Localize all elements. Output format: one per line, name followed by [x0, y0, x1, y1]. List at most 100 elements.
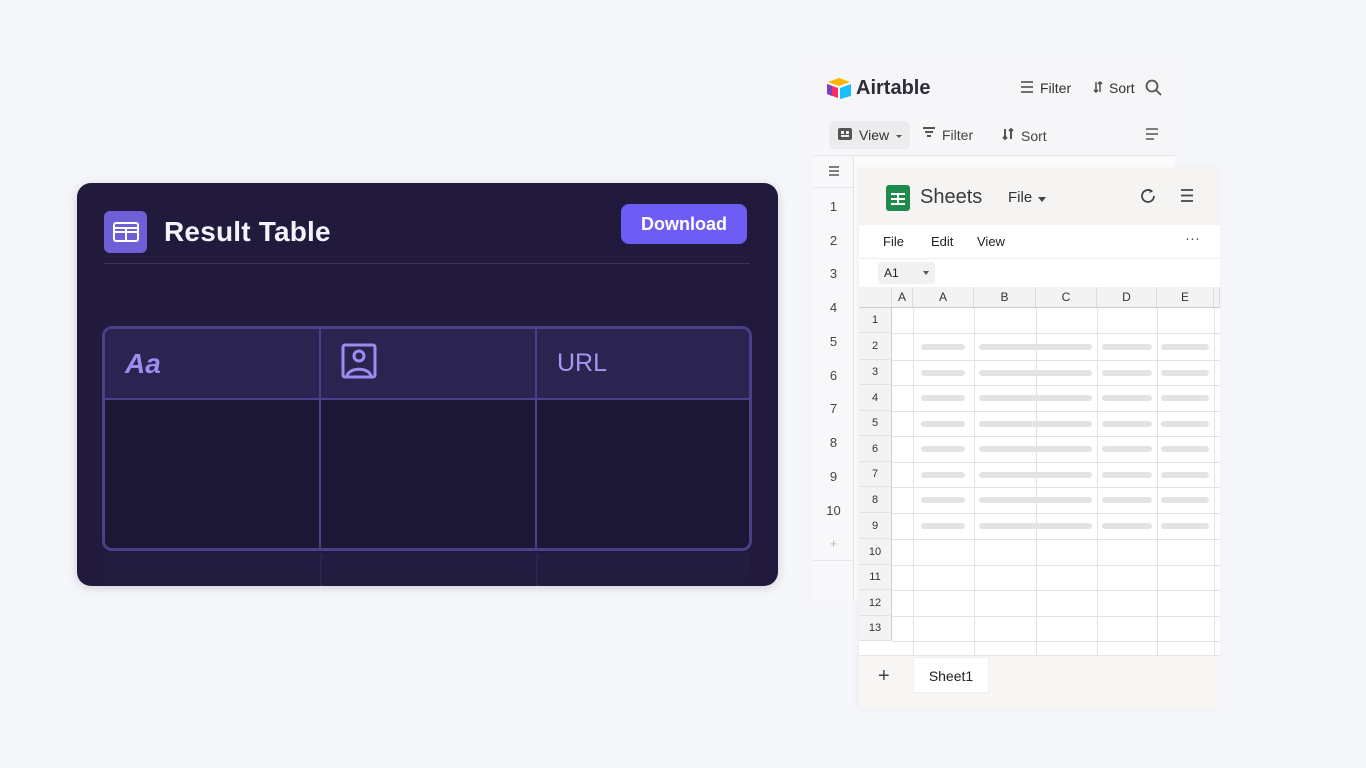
grid-line: [1214, 308, 1215, 655]
cell-placeholder: [921, 395, 965, 401]
grid-line: [892, 462, 1220, 463]
top-filter-button[interactable]: Filter: [1020, 80, 1071, 96]
row-header[interactable]: 7: [859, 462, 892, 487]
row-menu-icon[interactable]: [813, 164, 854, 179]
column-header-image[interactable]: [321, 329, 537, 400]
cell-placeholder: [1161, 369, 1209, 376]
chevron-down-icon: [895, 127, 903, 143]
cell-placeholder: [921, 446, 965, 452]
corner-cell[interactable]: [859, 287, 892, 308]
cell-placeholder: [1161, 420, 1209, 427]
cell-placeholder: [979, 523, 1092, 529]
grid-line: [892, 616, 1220, 617]
grid-line: [974, 308, 975, 655]
row-number: 6: [829, 368, 838, 383]
more-options-icon[interactable]: ···: [1185, 230, 1200, 247]
cell-placeholder: [979, 446, 1092, 452]
name-box[interactable]: A1: [878, 262, 935, 284]
page-title: Result Table: [164, 216, 331, 247]
grid-line: [892, 385, 1220, 386]
row-header[interactable]: 3: [859, 360, 892, 385]
spreadsheet-grid[interactable]: A A B C D E 1 2 3 4 5 6 7 8 9 10 11 12 13: [859, 287, 1220, 655]
cell-placeholder: [1102, 471, 1152, 478]
filter-label: Filter: [942, 127, 974, 143]
column-header-url[interactable]: URL: [537, 329, 749, 400]
grid-line: [1036, 308, 1037, 655]
cell-placeholder: [979, 369, 1092, 376]
row-header[interactable]: 2: [859, 333, 892, 360]
table-overflow-row: [104, 553, 750, 586]
cell-placeholder: [1161, 446, 1209, 452]
row-number: 5: [829, 334, 838, 349]
add-row-button[interactable]: +: [813, 536, 854, 551]
cell-placeholder: [1102, 497, 1152, 503]
cell-placeholder: [1161, 395, 1209, 401]
top-sort-button[interactable]: Sort: [1093, 80, 1135, 96]
download-button[interactable]: Download: [621, 204, 747, 244]
row-header[interactable]: 11: [859, 565, 892, 590]
column-header[interactable]: E: [1157, 287, 1214, 308]
grid-line: [913, 308, 914, 655]
column-header[interactable]: D: [1097, 287, 1157, 308]
cell-placeholder: [1102, 446, 1152, 452]
name-box-value: A1: [884, 266, 899, 280]
row-number: 1: [829, 199, 838, 214]
row-number: 2: [829, 233, 838, 248]
grid-line: [892, 411, 1220, 412]
refresh-icon[interactable]: [1139, 187, 1157, 210]
grid-line: [892, 333, 1220, 334]
row-header[interactable]: 8: [859, 487, 892, 513]
row-number: 9: [829, 469, 838, 484]
cell-placeholder: [1102, 395, 1152, 401]
search-icon[interactable]: [1145, 79, 1162, 96]
add-sheet-button[interactable]: +: [878, 665, 890, 688]
row-height-icon[interactable]: [1145, 128, 1159, 140]
row-header[interactable]: 6: [859, 436, 892, 462]
row-header[interactable]: 5: [859, 411, 892, 436]
grid-line: [1097, 308, 1098, 655]
menu-file[interactable]: File: [883, 234, 904, 249]
table-cell[interactable]: [321, 400, 537, 548]
column-header-label: URL: [557, 349, 608, 377]
file-dropdown-label: File: [1008, 189, 1033, 206]
grid-line: [892, 436, 1220, 437]
row-header[interactable]: 13: [859, 616, 892, 641]
file-dropdown[interactable]: File: [1008, 189, 1047, 206]
sheet-tab[interactable]: Sheet1: [913, 657, 989, 693]
grid-line: [892, 513, 1220, 514]
row-number: 4: [829, 300, 838, 315]
column-header[interactable]: A: [892, 287, 913, 308]
row-header[interactable]: 9: [859, 513, 892, 539]
menu-edit[interactable]: Edit: [931, 234, 953, 249]
cell-placeholder: [1161, 343, 1209, 350]
table-cell[interactable]: [537, 400, 749, 548]
grid-line: [892, 539, 1220, 540]
cell-placeholder: [979, 343, 1092, 350]
sort-button[interactable]: Sort: [1001, 127, 1047, 144]
filter-button[interactable]: Filter: [922, 127, 973, 143]
airtable-brand: Airtable: [856, 77, 931, 99]
table-cell[interactable]: [105, 400, 321, 548]
airtable-row-numbers: 1 2 3 4 5 6 7 8 9 10 +: [813, 156, 854, 601]
menu-bar: [859, 225, 1220, 258]
sheets-logo-icon: [886, 185, 910, 211]
cell-placeholder: [1161, 471, 1209, 478]
view-button[interactable]: View: [829, 121, 910, 149]
row-header[interactable]: 10: [859, 539, 892, 565]
result-table: Aa URL: [102, 326, 752, 551]
sort-icon: [1001, 127, 1015, 144]
sort-label: Sort: [1021, 127, 1047, 144]
column-header-text[interactable]: Aa: [105, 329, 321, 400]
row-header[interactable]: 1: [859, 308, 892, 333]
grid-line: [892, 590, 1220, 591]
column-header[interactable]: C: [1036, 287, 1097, 308]
cell-placeholder: [1102, 343, 1152, 350]
row-header[interactable]: 12: [859, 590, 892, 616]
column-header[interactable]: A: [913, 287, 974, 308]
hamburger-menu-icon[interactable]: [1180, 189, 1194, 207]
view-label: View: [859, 127, 890, 143]
row-header[interactable]: 4: [859, 385, 892, 411]
column-header[interactable]: B: [974, 287, 1036, 308]
filter-icon: [922, 127, 936, 143]
menu-view[interactable]: View: [977, 234, 1005, 249]
